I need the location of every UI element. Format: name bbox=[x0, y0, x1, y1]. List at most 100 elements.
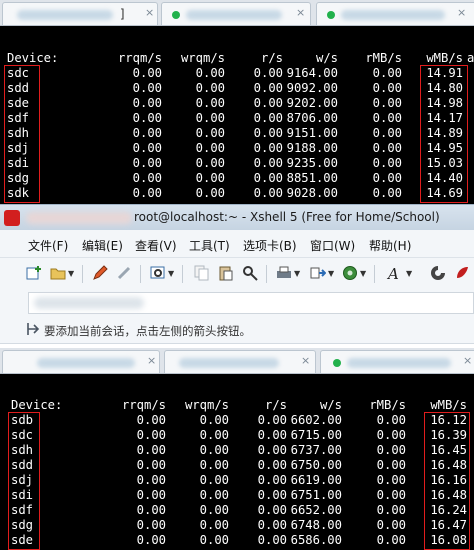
stat-value: 14.80 bbox=[426, 81, 463, 95]
stat-value: 0.00 bbox=[195, 126, 225, 140]
paste-icon[interactable] bbox=[218, 265, 234, 281]
close-tab-icon[interactable]: × bbox=[301, 354, 310, 367]
menu-help[interactable]: 帮助(H) bbox=[369, 237, 411, 254]
bottom-tab-3[interactable]: × bbox=[320, 350, 474, 373]
device-name: sdb bbox=[11, 413, 34, 427]
stat-value: 0.00 bbox=[199, 413, 229, 427]
copy-icon[interactable] bbox=[194, 265, 210, 281]
stat-value: 0.00 bbox=[376, 488, 406, 502]
top-terminal[interactable]: Device: rrqm/s wrqm/s r/s w/s rMB/s wMB/s a sdc 0… bbox=[0, 26, 474, 204]
bottom-terminal[interactable]: Device: rrqm/s wrqm/s r/s w/s rMB/s wMB/s sdb 0.… bbox=[0, 374, 474, 550]
stat-value: 0.00 bbox=[132, 156, 162, 170]
stat-value: 16.12 bbox=[430, 413, 467, 427]
arrow-icon[interactable] bbox=[26, 322, 40, 336]
stat-value: 0.00 bbox=[199, 458, 229, 472]
bottom-tab-2[interactable]: × bbox=[164, 350, 316, 373]
stat-value: 8851.00 bbox=[286, 171, 338, 185]
stat-value: 9188.00 bbox=[286, 141, 338, 155]
stat-value: 9028.00 bbox=[286, 186, 338, 200]
stat-value: 0.00 bbox=[195, 186, 225, 200]
tab-label: ] bbox=[119, 7, 127, 21]
device-name: sdi bbox=[11, 488, 34, 502]
stat-value: 8706.00 bbox=[286, 111, 338, 125]
stat-value: 0.00 bbox=[372, 81, 402, 95]
menu-tabs[interactable]: 选项卡(B) bbox=[243, 237, 297, 254]
top-tab-2[interactable]: × bbox=[161, 2, 311, 25]
stat-value: 0.00 bbox=[132, 81, 162, 95]
menu-edit[interactable]: 编辑(E) bbox=[82, 237, 123, 254]
settings-dropdown-icon[interactable]: ▼ bbox=[168, 269, 174, 278]
stat-value: 6652.00 bbox=[290, 503, 342, 517]
stat-value: 6586.00 bbox=[290, 533, 342, 547]
font-icon[interactable]: A bbox=[386, 265, 402, 281]
top-tab-1[interactable]: ] × bbox=[2, 2, 158, 25]
stat-value: 9235.00 bbox=[286, 156, 338, 170]
stat-value: 0.00 bbox=[136, 458, 166, 472]
toolbar-separator bbox=[374, 265, 375, 283]
stat-value: 0.00 bbox=[199, 473, 229, 487]
stat-value: 0.00 bbox=[195, 96, 225, 110]
toolbar: ▼ ▼ ▼ ▼ ▼ A ▼ bbox=[0, 258, 474, 288]
transfer-dropdown-icon[interactable]: ▼ bbox=[328, 269, 334, 278]
menu-tools[interactable]: 工具(T) bbox=[189, 237, 230, 254]
column-header: r/s bbox=[264, 398, 287, 412]
blurred-address-text bbox=[34, 297, 144, 309]
toolbar-separator bbox=[266, 265, 267, 283]
stat-value: 15.03 bbox=[426, 156, 463, 170]
menu-window[interactable]: 窗口(W) bbox=[310, 237, 355, 254]
stat-value: 14.98 bbox=[426, 96, 463, 110]
stat-value: 0.00 bbox=[132, 66, 162, 80]
device-name: sdf bbox=[11, 503, 34, 517]
pen-icon[interactable] bbox=[92, 265, 108, 281]
session-hint-bar: 要添加当前会话，点击左侧的箭头按钮。 bbox=[0, 316, 474, 344]
close-tab-icon[interactable]: × bbox=[147, 354, 156, 367]
print-dropdown-icon[interactable]: ▼ bbox=[294, 269, 300, 278]
close-tab-icon[interactable]: × bbox=[145, 6, 154, 19]
stat-value: 0.00 bbox=[132, 186, 162, 200]
xftp-icon[interactable] bbox=[430, 265, 446, 281]
transfer-icon[interactable] bbox=[310, 265, 326, 281]
stat-value: 0.00 bbox=[195, 171, 225, 185]
disconnect-icon[interactable] bbox=[116, 265, 132, 281]
font-dropdown-icon[interactable]: ▼ bbox=[406, 269, 412, 278]
bottom-tab-1[interactable]: × bbox=[2, 350, 160, 373]
xshell-icon[interactable] bbox=[454, 265, 470, 281]
stat-value: 0.00 bbox=[372, 96, 402, 110]
close-tab-icon[interactable]: × bbox=[296, 6, 305, 19]
stat-value: 0.00 bbox=[136, 503, 166, 517]
stat-value: 14.40 bbox=[426, 171, 463, 185]
device-name: sdi bbox=[7, 156, 30, 170]
stat-value: 0.00 bbox=[195, 66, 225, 80]
globe-dropdown-icon[interactable]: ▼ bbox=[360, 269, 366, 278]
svg-text:A: A bbox=[386, 265, 399, 281]
top-tab-3[interactable]: × bbox=[316, 2, 474, 25]
column-header-truncated: a bbox=[467, 51, 474, 65]
open-dropdown-icon[interactable]: ▼ bbox=[68, 269, 74, 278]
stat-value: 0.00 bbox=[132, 141, 162, 155]
column-header: r/s bbox=[260, 51, 283, 65]
blurred-session-name bbox=[26, 212, 132, 224]
close-tab-icon[interactable]: × bbox=[463, 354, 472, 367]
stat-value: 0.00 bbox=[372, 66, 402, 80]
open-folder-icon[interactable] bbox=[50, 265, 66, 281]
find-icon[interactable] bbox=[242, 265, 258, 281]
top-tab-strip: ] × × × bbox=[0, 0, 474, 26]
menu-bar: 文件(F) 编辑(E) 查看(V) 工具(T) 选项卡(B) 窗口(W) 帮助(… bbox=[0, 230, 474, 258]
globe-icon[interactable] bbox=[342, 265, 358, 281]
stat-value: 0.00 bbox=[199, 533, 229, 547]
new-session-icon[interactable] bbox=[26, 265, 42, 281]
stat-value: 0.00 bbox=[132, 96, 162, 110]
toolbar-separator bbox=[182, 265, 183, 283]
menu-view[interactable]: 查看(V) bbox=[135, 237, 177, 254]
menu-file[interactable]: 文件(F) bbox=[28, 237, 68, 254]
print-icon[interactable] bbox=[276, 265, 292, 281]
stat-value: 0.00 bbox=[372, 171, 402, 185]
stat-value: 0.00 bbox=[199, 518, 229, 532]
stat-value: 6715.00 bbox=[290, 428, 342, 442]
close-tab-icon[interactable]: × bbox=[457, 6, 466, 19]
window-titlebar[interactable]: root@localhost:~ - Xshell 5 (Free for Ho… bbox=[0, 204, 474, 230]
settings-icon[interactable] bbox=[150, 265, 166, 281]
column-header: rMB/s bbox=[365, 51, 402, 65]
stat-value: 0.00 bbox=[136, 518, 166, 532]
stat-value: 16.48 bbox=[430, 458, 467, 472]
